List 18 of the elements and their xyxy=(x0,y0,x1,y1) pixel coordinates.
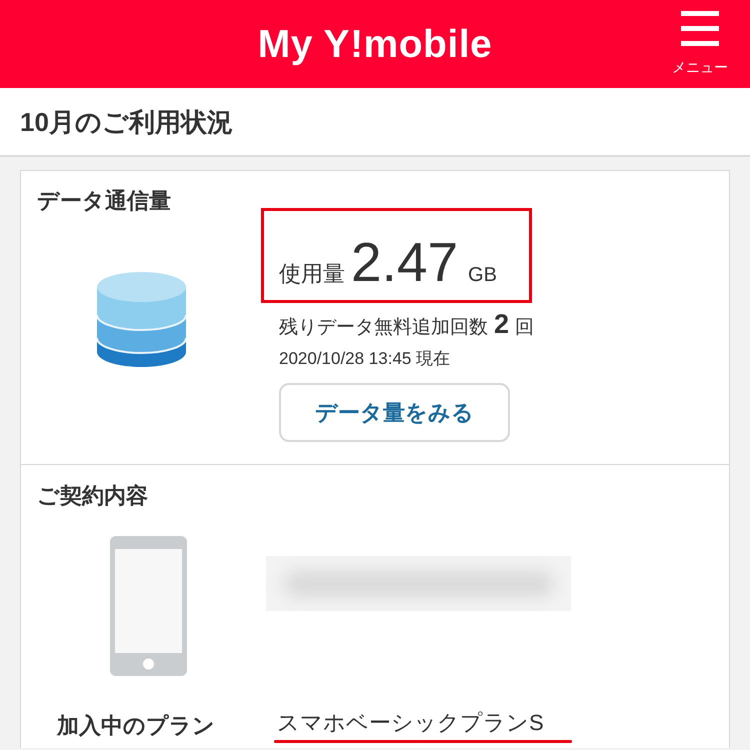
smartphone-icon xyxy=(110,536,187,676)
app-title: My Y!mobile xyxy=(258,24,492,64)
menu-icon xyxy=(681,11,719,46)
usage-label: 使用量 xyxy=(279,263,345,285)
usage-value: 2.47 xyxy=(351,235,458,290)
remaining-unit: 回 xyxy=(515,318,534,337)
remaining-label: 残りデータ無料追加回数 xyxy=(279,318,488,337)
usage-unit: GB xyxy=(468,265,497,285)
view-data-button[interactable]: データ量をみる xyxy=(279,383,510,442)
plan-label: 加入中のプラン xyxy=(57,712,216,740)
plan-name: スマホベーシックプランS xyxy=(276,709,544,737)
menu-button[interactable]: メニュー xyxy=(672,11,728,74)
remaining-count: 2 xyxy=(494,311,510,338)
page-title: 10月のご利用状況 xyxy=(20,108,233,134)
section-heading: データ通信量 xyxy=(37,187,171,215)
timestamp: 2020/10/28 13:45 現在 xyxy=(279,350,450,367)
database-icon xyxy=(97,272,186,368)
section-heading: ご契約内容 xyxy=(37,482,148,510)
